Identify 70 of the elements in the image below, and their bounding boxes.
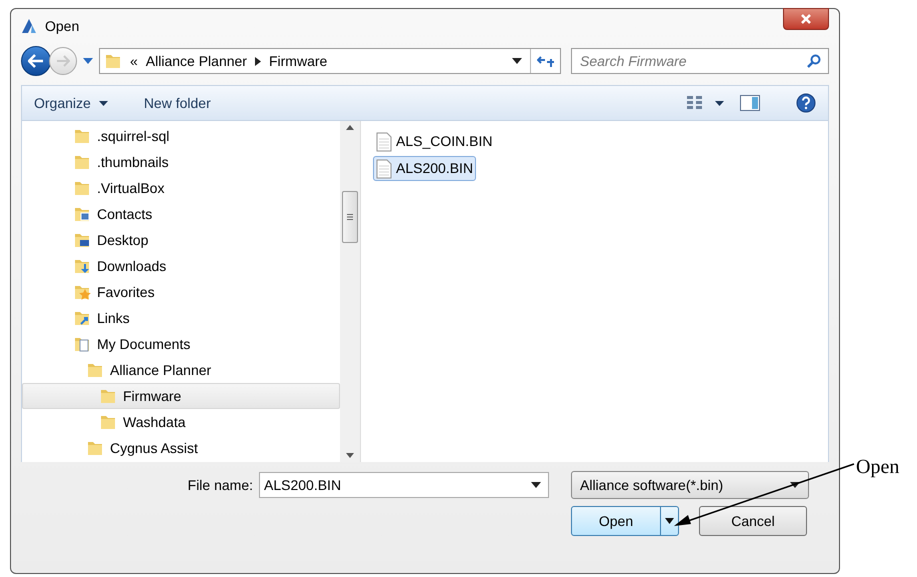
address-bar[interactable]: « Alliance Planner Firmware bbox=[99, 48, 561, 74]
search-field[interactable]: Search Firmware bbox=[571, 48, 829, 74]
app-logo-icon bbox=[21, 18, 37, 34]
window-title: Open bbox=[45, 16, 80, 36]
caret-icon bbox=[98, 100, 108, 106]
file-name-field[interactable]: ALS200.BIN bbox=[259, 472, 549, 498]
folder-icon bbox=[73, 153, 91, 171]
tree-item[interactable]: Alliance Planner bbox=[22, 357, 340, 383]
links-folder-icon bbox=[73, 309, 91, 327]
folder-icon bbox=[99, 387, 117, 405]
breadcrumb[interactable]: Alliance Planner bbox=[146, 50, 247, 72]
help-icon[interactable] bbox=[796, 93, 816, 113]
tree-item[interactable]: Contacts bbox=[22, 201, 340, 227]
close-icon bbox=[800, 14, 812, 24]
breadcrumb-arrow-icon[interactable] bbox=[254, 56, 261, 66]
refresh-icon[interactable] bbox=[536, 54, 554, 68]
tree-item[interactable]: Washdata bbox=[22, 409, 340, 435]
search-icon bbox=[807, 54, 821, 68]
grip-icon bbox=[347, 214, 353, 220]
cancel-button[interactable]: Cancel bbox=[699, 506, 807, 536]
tree-item[interactable]: Downloads bbox=[22, 253, 340, 279]
open-split-button[interactable]: Open bbox=[571, 506, 679, 536]
folder-icon bbox=[73, 127, 91, 145]
favorites-folder-icon bbox=[73, 283, 91, 301]
file-item[interactable]: ALS200.BIN bbox=[373, 156, 476, 181]
tree-item[interactable]: .VirtualBox bbox=[22, 175, 340, 201]
back-button[interactable] bbox=[21, 46, 51, 76]
tree-item[interactable]: Cygnus Assist bbox=[22, 435, 340, 461]
caret-icon bbox=[715, 100, 724, 106]
scrollbar[interactable] bbox=[340, 121, 360, 462]
folder-icon bbox=[86, 439, 104, 457]
dropdown-arrow-icon bbox=[790, 482, 800, 488]
tree-item[interactable]: Desktop bbox=[22, 227, 340, 253]
tree-item[interactable]: My Documents bbox=[22, 331, 340, 357]
history-dropdown-icon[interactable] bbox=[83, 57, 93, 65]
organize-button[interactable]: Organize bbox=[34, 92, 108, 114]
forward-arrow-icon bbox=[56, 55, 70, 67]
dropdown-arrow-icon[interactable] bbox=[512, 58, 522, 64]
new-folder-button[interactable]: New folder bbox=[144, 92, 211, 114]
view-grid-icon bbox=[687, 96, 703, 110]
overflow-chevron[interactable]: « bbox=[130, 50, 138, 72]
back-arrow-icon bbox=[28, 54, 44, 68]
scroll-thumb[interactable] bbox=[342, 191, 358, 243]
tree-item[interactable]: .thumbnails bbox=[22, 149, 340, 175]
file-name-label: File name: bbox=[188, 476, 253, 494]
desktop-folder-icon bbox=[73, 231, 91, 249]
preview-pane-icon[interactable] bbox=[740, 95, 760, 111]
close-button[interactable] bbox=[783, 8, 829, 30]
folder-icon bbox=[86, 361, 104, 379]
folder-icon bbox=[73, 179, 91, 197]
breadcrumb[interactable]: Firmware bbox=[268, 50, 328, 72]
scroll-down-icon[interactable] bbox=[346, 453, 354, 458]
file-icon bbox=[376, 132, 392, 152]
tree-item[interactable]: Links bbox=[22, 305, 340, 331]
dropdown-arrow-icon[interactable] bbox=[531, 482, 541, 488]
downloads-folder-icon bbox=[73, 257, 91, 275]
file-type-dropdown[interactable]: Alliance software(*.bin) bbox=[571, 471, 809, 499]
folder-icon bbox=[104, 52, 122, 70]
folder-icon bbox=[99, 413, 117, 431]
caret-icon[interactable] bbox=[665, 518, 674, 524]
documents-folder-icon bbox=[73, 335, 91, 353]
view-options-button[interactable] bbox=[687, 96, 724, 110]
file-item[interactable]: ALS_COIN.BIN bbox=[373, 129, 496, 154]
scroll-up-icon[interactable] bbox=[346, 125, 354, 130]
callout-label: Open bbox=[856, 455, 900, 480]
file-icon bbox=[376, 158, 392, 178]
tree-item[interactable]: .squirrel-sql bbox=[22, 123, 340, 149]
contacts-folder-icon bbox=[73, 205, 91, 223]
tree-item[interactable]: Firmware bbox=[22, 383, 340, 409]
tree-item[interactable]: Favorites bbox=[22, 279, 340, 305]
